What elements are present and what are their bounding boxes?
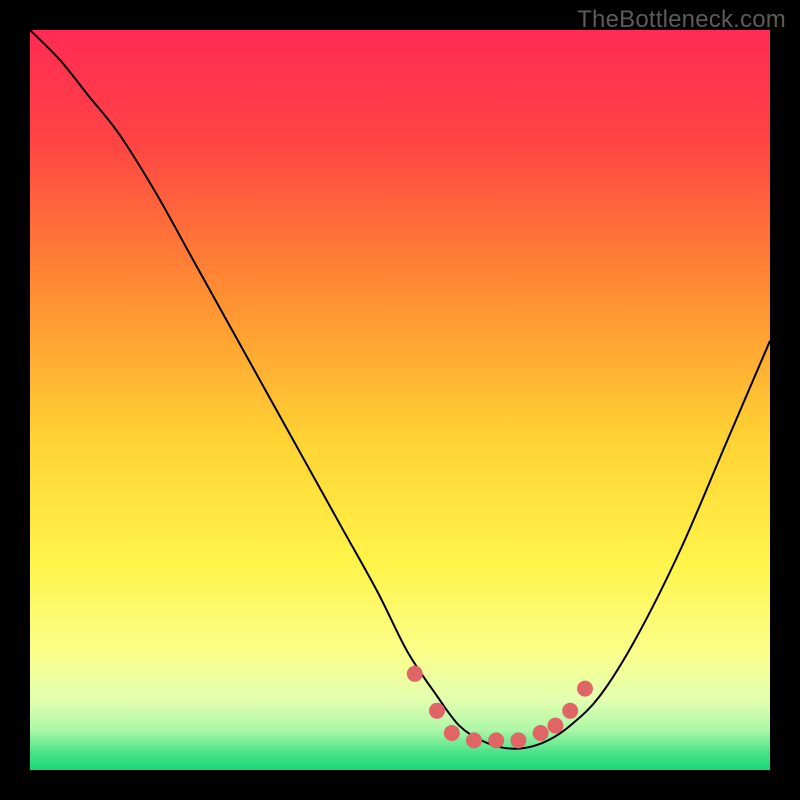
curve-marker (407, 666, 423, 682)
curve-marker (444, 725, 460, 741)
curve-marker (466, 732, 482, 748)
curve-marker (533, 725, 549, 741)
chart-svg (30, 30, 770, 770)
curve-marker (577, 681, 593, 697)
curve-marker (429, 703, 445, 719)
figure-container: TheBottleneck.com (0, 0, 800, 800)
curve-marker (562, 703, 578, 719)
gradient-background (30, 30, 770, 770)
curve-marker (488, 732, 504, 748)
curve-marker (510, 732, 526, 748)
chart-plot-area (30, 30, 770, 770)
curve-marker (547, 718, 563, 734)
